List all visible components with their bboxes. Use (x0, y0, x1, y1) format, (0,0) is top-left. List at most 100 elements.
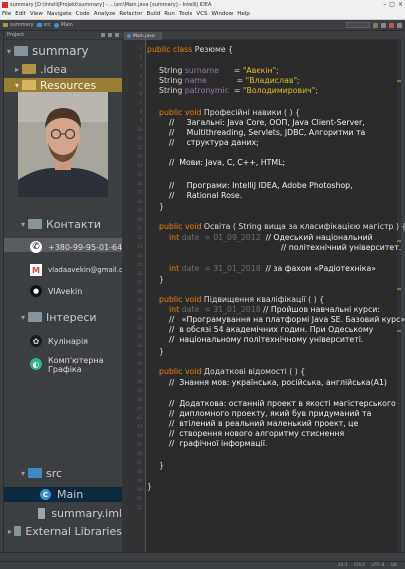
code-line: public class Резюме { (147, 45, 234, 54)
code-line: String surname = "Авєкін"; (159, 66, 279, 75)
tree-item-resources[interactable]: ▾ Resources (4, 78, 122, 92)
status-bar: 34:1 CRLF UTF-8 Git (0, 561, 405, 569)
gmail-icon: M (30, 264, 42, 276)
chevron-down-icon[interactable]: ▾ (18, 469, 28, 478)
breadcrumb-main[interactable]: Main (53, 22, 73, 28)
interest-graphics[interactable]: ◐ Комп'ютерна Графіка (30, 356, 104, 374)
chevron-down-icon[interactable]: ▾ (12, 81, 22, 90)
project-panel-header: Project (4, 31, 122, 40)
breadcrumb-summary[interactable]: summary (3, 22, 34, 28)
menu-file[interactable]: File (2, 11, 11, 17)
code-line: // Rational Rose. (169, 191, 243, 200)
contact-phone[interactable]: ✆ +380-99-95-01-642 (30, 241, 122, 253)
chevron-down-icon[interactable]: ▾ (18, 313, 28, 322)
folder-icon (22, 64, 36, 74)
chevron-down-icon[interactable]: ▾ (18, 220, 28, 229)
code-line: // втілений в реальний маленький проект,… (169, 419, 359, 428)
code-line: } (159, 461, 164, 470)
line-number-gutter: 1 2 3 4 5 6 7 8 9 10 11 12 13 14 15 16 17 18 19 20 21 22 23 24 2… (122, 40, 146, 552)
phone-icon: ✆ (30, 241, 42, 253)
contact-github[interactable]: ● VlAvekin (30, 285, 82, 297)
tree-item-src[interactable]: ▾ src (4, 466, 122, 480)
tree-item-idea[interactable]: ▸ .idea (4, 62, 122, 76)
menu-edit[interactable]: Edit (15, 11, 26, 17)
sync-icon[interactable] (101, 33, 105, 37)
search-icon[interactable] (397, 22, 402, 28)
menu-code[interactable]: Code (76, 11, 90, 17)
maximize-button[interactable]: □ (389, 1, 395, 8)
menu-view[interactable]: View (30, 11, 43, 17)
debug-icon[interactable] (381, 22, 386, 28)
code-line: public void Професійні навики ( ) { (159, 108, 301, 117)
bottom-tool-stripe (0, 552, 405, 561)
cursor-position[interactable]: 34:1 (338, 563, 348, 568)
folder-icon (22, 80, 36, 90)
folder-icon (3, 23, 8, 27)
code-line: // Загальні: Java Core, ООП, Java Client… (169, 118, 365, 127)
code-line: int date = 01_09_2012 // Одеський націон… (169, 233, 373, 242)
code-line: int date = 31_01_2018 // Пройшов навчаль… (169, 305, 380, 314)
editor-scrollbar[interactable] (397, 40, 401, 552)
menu-run[interactable]: Run (164, 11, 175, 17)
hide-icon[interactable] (115, 33, 119, 37)
menu-tools[interactable]: Tools (179, 11, 193, 17)
code-line: public void Освіта ( String вища за клас… (159, 222, 405, 231)
tree-item-main[interactable]: C Main (4, 487, 122, 502)
chevron-right-icon[interactable]: ▸ (12, 65, 22, 74)
code-line: // графічної інформації. (169, 439, 268, 448)
menu-analyze[interactable]: Analyze (94, 11, 116, 17)
code-line: } (147, 482, 152, 491)
code-line: // «Програмування на платформі Java SE. … (169, 315, 405, 324)
source-folder-icon (28, 468, 42, 478)
folder-icon (14, 46, 28, 56)
tree-item-external-libraries[interactable]: ▸ External Libraries (4, 524, 122, 538)
project-panel-title[interactable]: Project (7, 32, 24, 38)
code-line: } (159, 202, 164, 211)
menu-help[interactable]: Help (237, 11, 250, 17)
menu-navigate[interactable]: Navigate (47, 11, 72, 17)
vcs-status[interactable]: Git (390, 563, 397, 568)
tree-item-contacts[interactable]: ▾ Контакти (4, 217, 122, 231)
code-line: // структура даних; (169, 138, 259, 147)
project-tree: ▾ summary ▸ .idea ▾ Resources ▾ Контакти (4, 40, 122, 552)
code-line: // створення нового алгоритму стиснення (169, 429, 345, 438)
tab-main-java[interactable]: Main.java (124, 32, 162, 40)
breadcrumb-src[interactable]: src (36, 22, 51, 28)
chevron-right-icon[interactable]: ▸ (6, 527, 14, 536)
menu-build[interactable]: Build (146, 11, 160, 17)
code-line: // національному політехнічному універси… (169, 335, 364, 344)
minimize-button[interactable]: – (383, 1, 386, 8)
code-line: // Мови: Java, C, C++, HTML; (169, 158, 286, 167)
folder-icon (28, 312, 42, 322)
menu-refactor[interactable]: Refactor (119, 11, 142, 17)
window-title: summary [D:\IntelliJProjekt\summary] - .… (10, 1, 212, 8)
cooking-icon: ✿ (30, 335, 42, 347)
intellij-logo-icon (2, 1, 8, 8)
file-icon (38, 507, 46, 519)
file-encoding[interactable]: UTF-8 (371, 563, 384, 568)
title-bar: summary [D:\IntelliJProjekt\summary] - .… (0, 0, 405, 9)
code-line: // в обсязі 54 академічних годин. При Од… (169, 325, 374, 334)
gear-icon[interactable] (108, 33, 112, 37)
class-icon (53, 22, 59, 28)
code-line: } (159, 347, 164, 356)
interest-cooking[interactable]: ✿ Кулінарія (30, 335, 88, 347)
code-line: // Multithreading, Servlets, JDBC, Алгор… (169, 128, 366, 137)
code-line: public void Додаткові відомості ( ) { (159, 367, 306, 376)
tree-item-interests[interactable]: ▾ Інтереси (4, 310, 122, 324)
close-button[interactable]: × (398, 1, 403, 8)
code-line: String patronymic = "Володимирович"; (159, 86, 318, 95)
run-configuration-select[interactable] (346, 22, 370, 28)
tree-item-summary[interactable]: ▾ summary (4, 44, 122, 58)
chevron-down-icon[interactable]: ▾ (4, 47, 14, 56)
menu-window[interactable]: Window (212, 11, 234, 17)
stop-icon[interactable] (389, 22, 394, 28)
profile-photo (18, 92, 108, 197)
contact-email[interactable]: M vladaavekin@gmail.com (30, 264, 122, 276)
code-editor[interactable]: Main.java 1 2 3 4 5 6 7 8 9 10 11 12 13 14 15 16 17 18 19 2… (122, 31, 405, 552)
folder-icon (36, 23, 42, 27)
line-separator[interactable]: CRLF (354, 563, 365, 568)
run-icon[interactable] (373, 22, 378, 28)
menu-vcs[interactable]: VCS (196, 11, 207, 17)
tree-item-iml[interactable]: summary.iml (4, 506, 122, 520)
